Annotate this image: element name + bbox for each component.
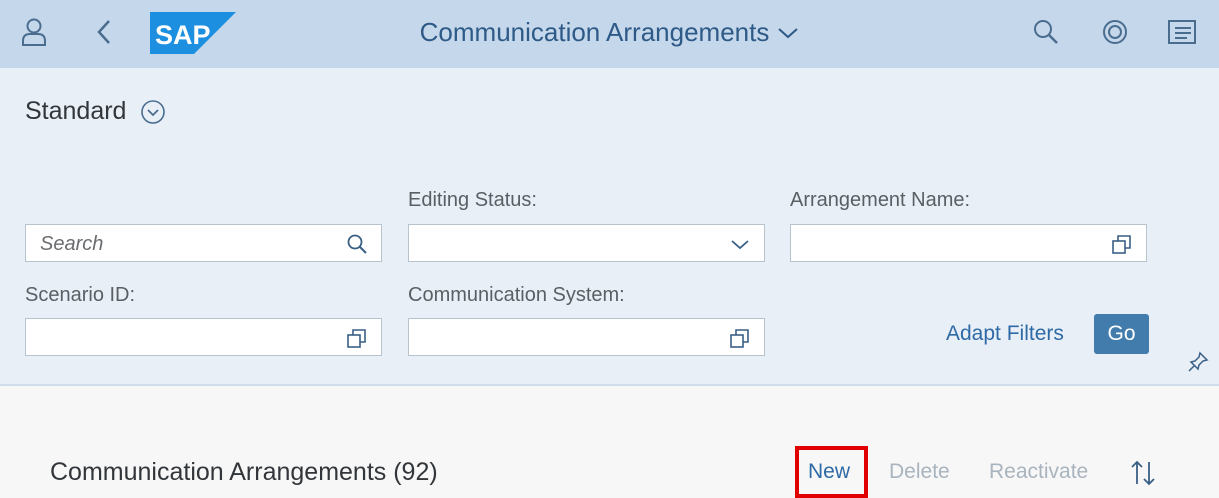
editing-status-label: Editing Status: [408,189,537,211]
arrangement-name-input[interactable] [790,224,1147,262]
chevron-down-icon [778,27,799,38]
chevron-down-circle-icon[interactable] [140,99,166,125]
search-icon[interactable] [345,232,369,256]
editing-status-select[interactable] [408,224,765,262]
scenario-id-input[interactable] [25,318,382,356]
search-placeholder: Search [40,233,104,255]
communication-system-input[interactable] [408,318,765,356]
chevron-down-icon[interactable] [728,232,752,256]
variant-label: Standard [25,97,127,125]
communication-system-label: Communication System: [408,284,625,306]
copilot-icon[interactable] [1097,14,1133,50]
value-help-icon[interactable] [345,326,369,350]
header-divider [0,384,1219,386]
notifications-icon[interactable] [1164,14,1200,50]
sort-icon[interactable] [1128,458,1158,488]
scenario-id-label: Scenario ID: [25,284,136,306]
reactivate-button[interactable]: Reactivate [989,460,1088,484]
app-title: Communication Arrangements [419,17,770,47]
go-button[interactable]: Go [1094,314,1149,354]
adapt-filters-button[interactable]: Adapt Filters [946,322,1064,346]
table-title: Communication Arrangements (92) [50,458,438,486]
shell-bar: SAP Communication Arrangements [0,0,1219,68]
delete-button[interactable]: Delete [889,460,950,484]
value-help-icon[interactable] [1110,232,1134,256]
pin-icon[interactable] [1186,350,1210,374]
value-help-icon[interactable] [728,326,752,350]
search-input[interactable]: Search [25,224,382,262]
search-icon[interactable] [1028,14,1064,50]
arrangement-name-label: Arrangement Name: [790,189,971,211]
new-button-highlight [795,446,868,498]
variant-selector[interactable]: Standard [25,97,166,126]
